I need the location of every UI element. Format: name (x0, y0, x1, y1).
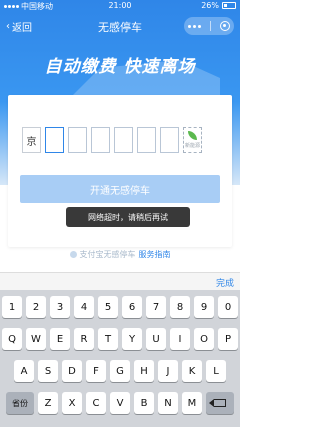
backspace-icon (209, 399, 226, 407)
plate-cell[interactable] (91, 127, 110, 153)
keyboard-key[interactable]: X (62, 392, 82, 414)
mini-program-capsule (184, 17, 234, 35)
status-bar: 中国移动 21:00 26% (0, 0, 240, 12)
keyboard-key[interactable]: 9 (194, 296, 214, 318)
plate-input-card: 京 新能源 开通无感停车 网络超时，请稍后再试 (8, 95, 232, 247)
footer: 支付宝无感停车 服务指南 (0, 249, 240, 260)
service-guide-link[interactable]: 服务指南 (139, 249, 171, 260)
keyboard-key[interactable]: A (14, 360, 34, 382)
done-button[interactable]: 完成 (216, 276, 234, 289)
keyboard-key[interactable]: Z (38, 392, 58, 414)
keyboard: 1234567890 QWERTYUIOP ASDFGHJKL 省份 ZXCVB… (0, 290, 240, 427)
keyboard-key[interactable]: B (134, 392, 154, 414)
plate-cell[interactable] (45, 127, 64, 153)
keyboard-key[interactable]: E (50, 328, 70, 350)
keyboard-key[interactable]: 0 (218, 296, 238, 318)
keyboard-row-asdf: ASDFGHJKL (0, 360, 240, 382)
keyboard-key[interactable]: S (38, 360, 58, 382)
plate-cell[interactable] (114, 127, 133, 153)
plate-province-cell[interactable]: 京 (22, 127, 41, 153)
keyboard-key[interactable]: 3 (50, 296, 70, 318)
keyboard-key[interactable]: 2 (26, 296, 46, 318)
activate-button[interactable]: 开通无感停车 (20, 175, 220, 203)
province-key[interactable]: 省份 (6, 392, 34, 414)
keyboard-key[interactable]: U (146, 328, 166, 350)
keyboard-key[interactable]: G (110, 360, 130, 382)
keyboard-key[interactable]: Q (2, 328, 22, 350)
navigation-bar: ‹ 返回 无感停车 (0, 14, 240, 40)
alipay-icon (69, 251, 77, 258)
close-icon[interactable] (219, 21, 230, 31)
toast-message: 网络超时，请稍后再试 (66, 207, 190, 227)
keyboard-key[interactable]: D (62, 360, 82, 382)
keyboard-key[interactable]: F (86, 360, 106, 382)
keyboard-key[interactable]: N (158, 392, 178, 414)
keyboard-key[interactable]: I (170, 328, 190, 350)
more-icon[interactable] (188, 24, 202, 28)
keyboard-key[interactable]: K (182, 360, 202, 382)
keyboard-key[interactable]: 4 (74, 296, 94, 318)
keyboard-key[interactable]: R (74, 328, 94, 350)
keyboard-key[interactable]: C (86, 392, 106, 414)
plate-cell[interactable] (137, 127, 156, 153)
keyboard-row-zxcv: 省份 ZXCVBNM (0, 392, 240, 414)
keyboard-key[interactable]: 6 (122, 296, 142, 318)
keyboard-key[interactable]: L (206, 360, 226, 382)
keyboard-key[interactable]: 1 (2, 296, 22, 318)
keyboard-key[interactable]: V (110, 392, 130, 414)
plate-cell[interactable] (160, 127, 179, 153)
backspace-key[interactable] (206, 392, 234, 414)
footer-prefix: 支付宝无感停车 (79, 250, 136, 259)
plate-cell[interactable] (68, 127, 87, 153)
keyboard-row-digits: 1234567890 (0, 296, 240, 318)
keyboard-key[interactable]: H (134, 360, 154, 382)
keyboard-key[interactable]: M (182, 392, 202, 414)
keyboard-key[interactable]: 7 (146, 296, 166, 318)
leaf-icon (188, 131, 197, 140)
keyboard-row-qwerty: QWERTYUIOP (0, 328, 240, 350)
keyboard-key[interactable]: W (26, 328, 46, 350)
keyboard-key[interactable]: 8 (170, 296, 190, 318)
keyboard-key[interactable]: J (158, 360, 178, 382)
battery-percent: 26% (201, 1, 219, 10)
battery-icon (222, 2, 236, 9)
plate-number-input: 京 新能源 (22, 127, 202, 153)
keyboard-key[interactable]: 5 (98, 296, 118, 318)
keyboard-key[interactable]: P (218, 328, 238, 350)
slogan: 自动缴费 快速离场 (44, 57, 196, 77)
keyboard-key[interactable]: O (194, 328, 214, 350)
new-energy-cell[interactable]: 新能源 (183, 127, 202, 153)
keyboard-key[interactable]: T (98, 328, 118, 350)
keyboard-toolbar: 完成 (0, 272, 240, 290)
keyboard-key[interactable]: Y (122, 328, 142, 350)
new-energy-label: 新能源 (184, 143, 200, 149)
capsule-divider (209, 21, 211, 31)
